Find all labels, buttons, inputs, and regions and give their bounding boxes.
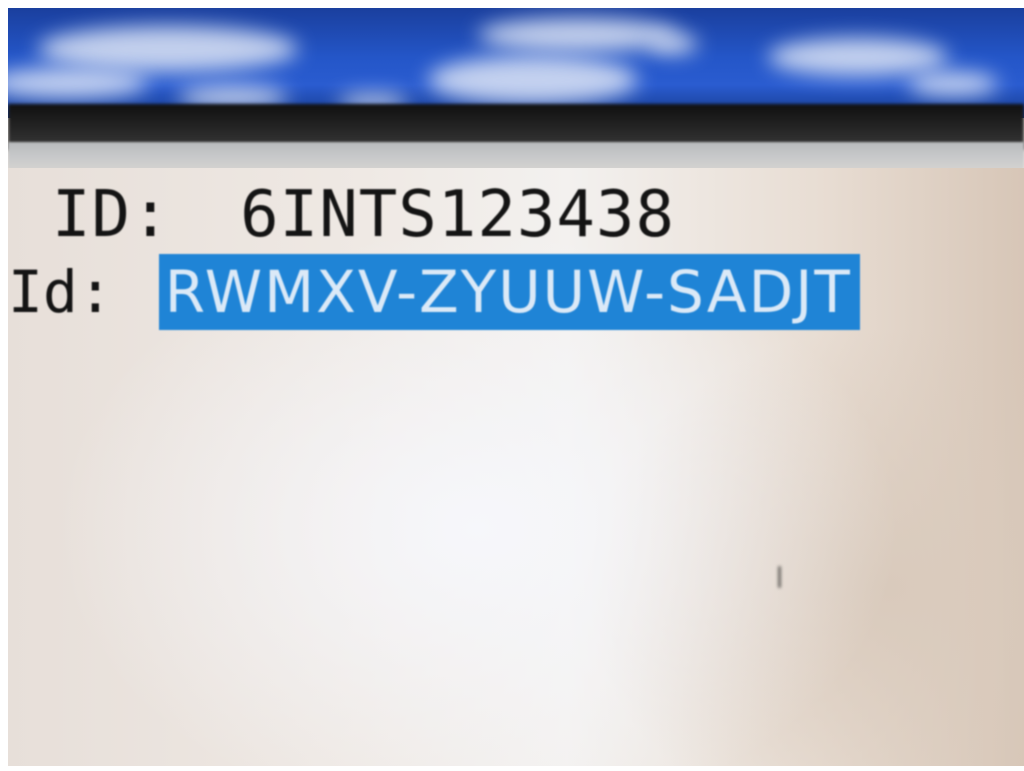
id-value[interactable]: 6INTS123438: [240, 178, 675, 252]
key-label: Id:: [8, 258, 113, 326]
selected-key-text[interactable]: RWMXV-ZYUUW-SADJT: [158, 254, 860, 330]
screen-photo: ID: 6INTS123438 Id: RWMXV-ZYUUW-SADJT: [8, 8, 1024, 766]
desktop-wallpaper: [8, 8, 1024, 118]
key-row: Id: RWMXV-ZYUUW-SADJT: [8, 254, 860, 330]
id-label: ID:: [52, 178, 171, 252]
screen-smudge: [778, 566, 781, 588]
id-row: ID: 6INTS123438: [52, 178, 675, 252]
